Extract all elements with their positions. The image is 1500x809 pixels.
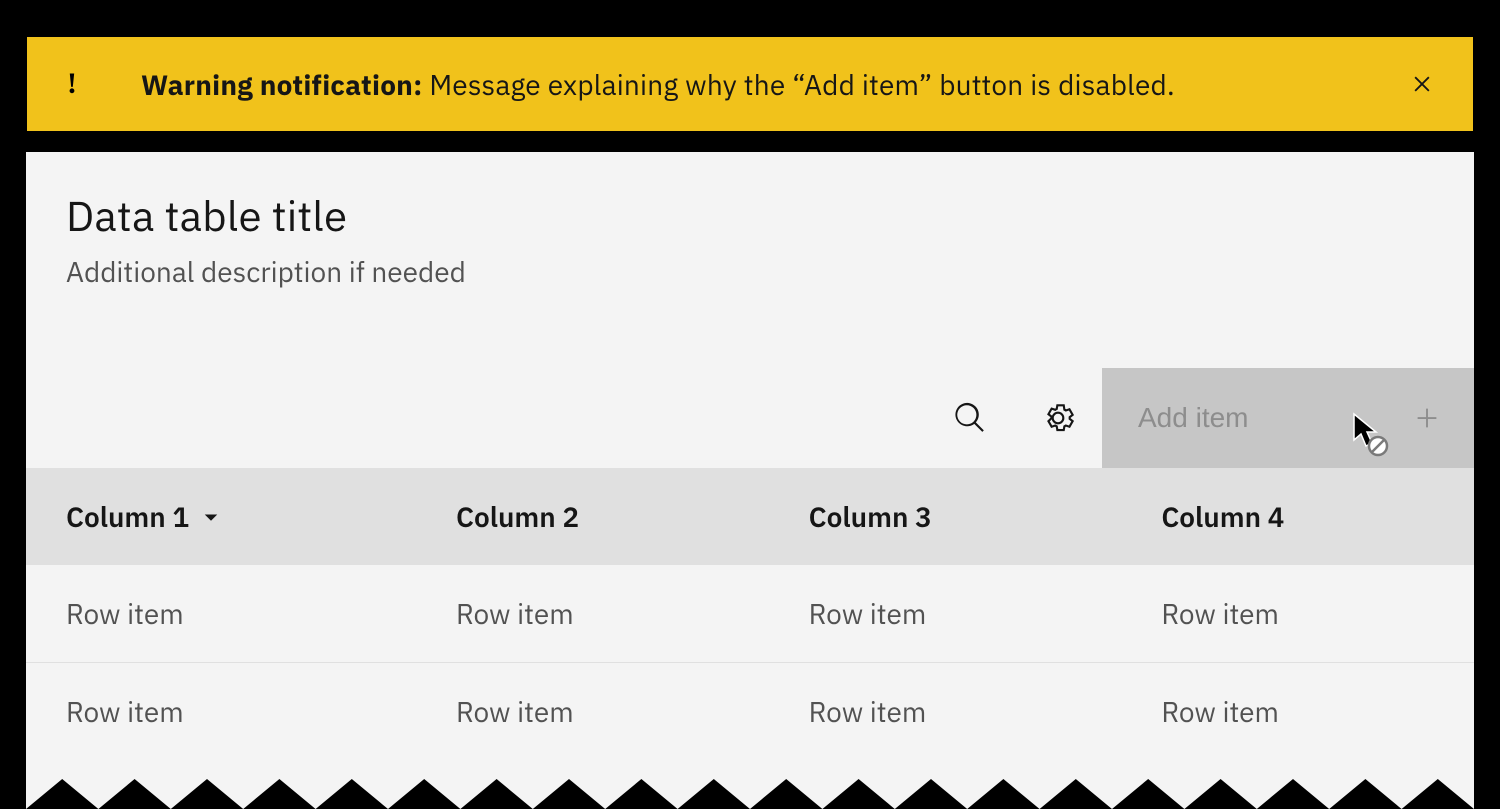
table-subtitle: Additional description if needed (66, 253, 1434, 290)
table-cell: Row item (769, 663, 1122, 761)
table-row: Row item Row item Row item Row item (26, 663, 1474, 761)
caret-down-icon (201, 507, 221, 527)
table-row: Row item Row item Row item Row item (26, 565, 1474, 663)
table-cell: Row item (26, 565, 416, 663)
column-header-4-label: Column 4 (1161, 498, 1284, 535)
table-cell: Row item (769, 565, 1122, 663)
table-header-row: Column 1 Column 2 Column 3 Column 4 (26, 468, 1474, 565)
add-item-button: Add item (1102, 368, 1474, 468)
search-icon (953, 401, 987, 435)
column-header-1-label: Column 1 (66, 498, 189, 535)
notification-title: Warning notification: (141, 66, 423, 103)
notification-close-button[interactable] (1399, 61, 1445, 107)
column-header-3[interactable]: Column 3 (769, 468, 1122, 565)
table-cell: Row item (1121, 663, 1474, 761)
warning-icon: ! (67, 67, 77, 101)
column-header-2[interactable]: Column 2 (416, 468, 769, 565)
warning-notification: ! Warning notification: Message explaini… (26, 36, 1474, 132)
data-table: Column 1 Column 2 Column 3 Column 4 Row … (26, 468, 1474, 760)
data-table-container: Data table title Additional description … (26, 152, 1474, 760)
notification-body: Message explaining why the “Add item” bu… (429, 66, 1174, 103)
notification-message: Warning notification: Message explaining… (141, 66, 1363, 103)
table-cell: Row item (1121, 565, 1474, 663)
table-cell: Row item (416, 565, 769, 663)
warning-icon-mask (91, 60, 105, 108)
column-header-1[interactable]: Column 1 (26, 468, 416, 565)
gear-icon (1041, 401, 1075, 435)
settings-button[interactable] (1014, 368, 1102, 468)
add-item-label: Add item (1138, 402, 1249, 434)
table-cell: Row item (26, 663, 416, 761)
table-toolbar: Add item (26, 368, 1474, 468)
table-title: Data table title (66, 188, 1434, 243)
column-header-4[interactable]: Column 4 (1121, 468, 1474, 565)
torn-edge (26, 759, 1474, 809)
search-button[interactable] (926, 368, 1014, 468)
plus-icon (1412, 403, 1442, 433)
column-header-2-label: Column 2 (456, 498, 579, 535)
table-cell: Row item (416, 663, 769, 761)
column-header-3-label: Column 3 (809, 498, 932, 535)
close-icon (1407, 69, 1437, 99)
